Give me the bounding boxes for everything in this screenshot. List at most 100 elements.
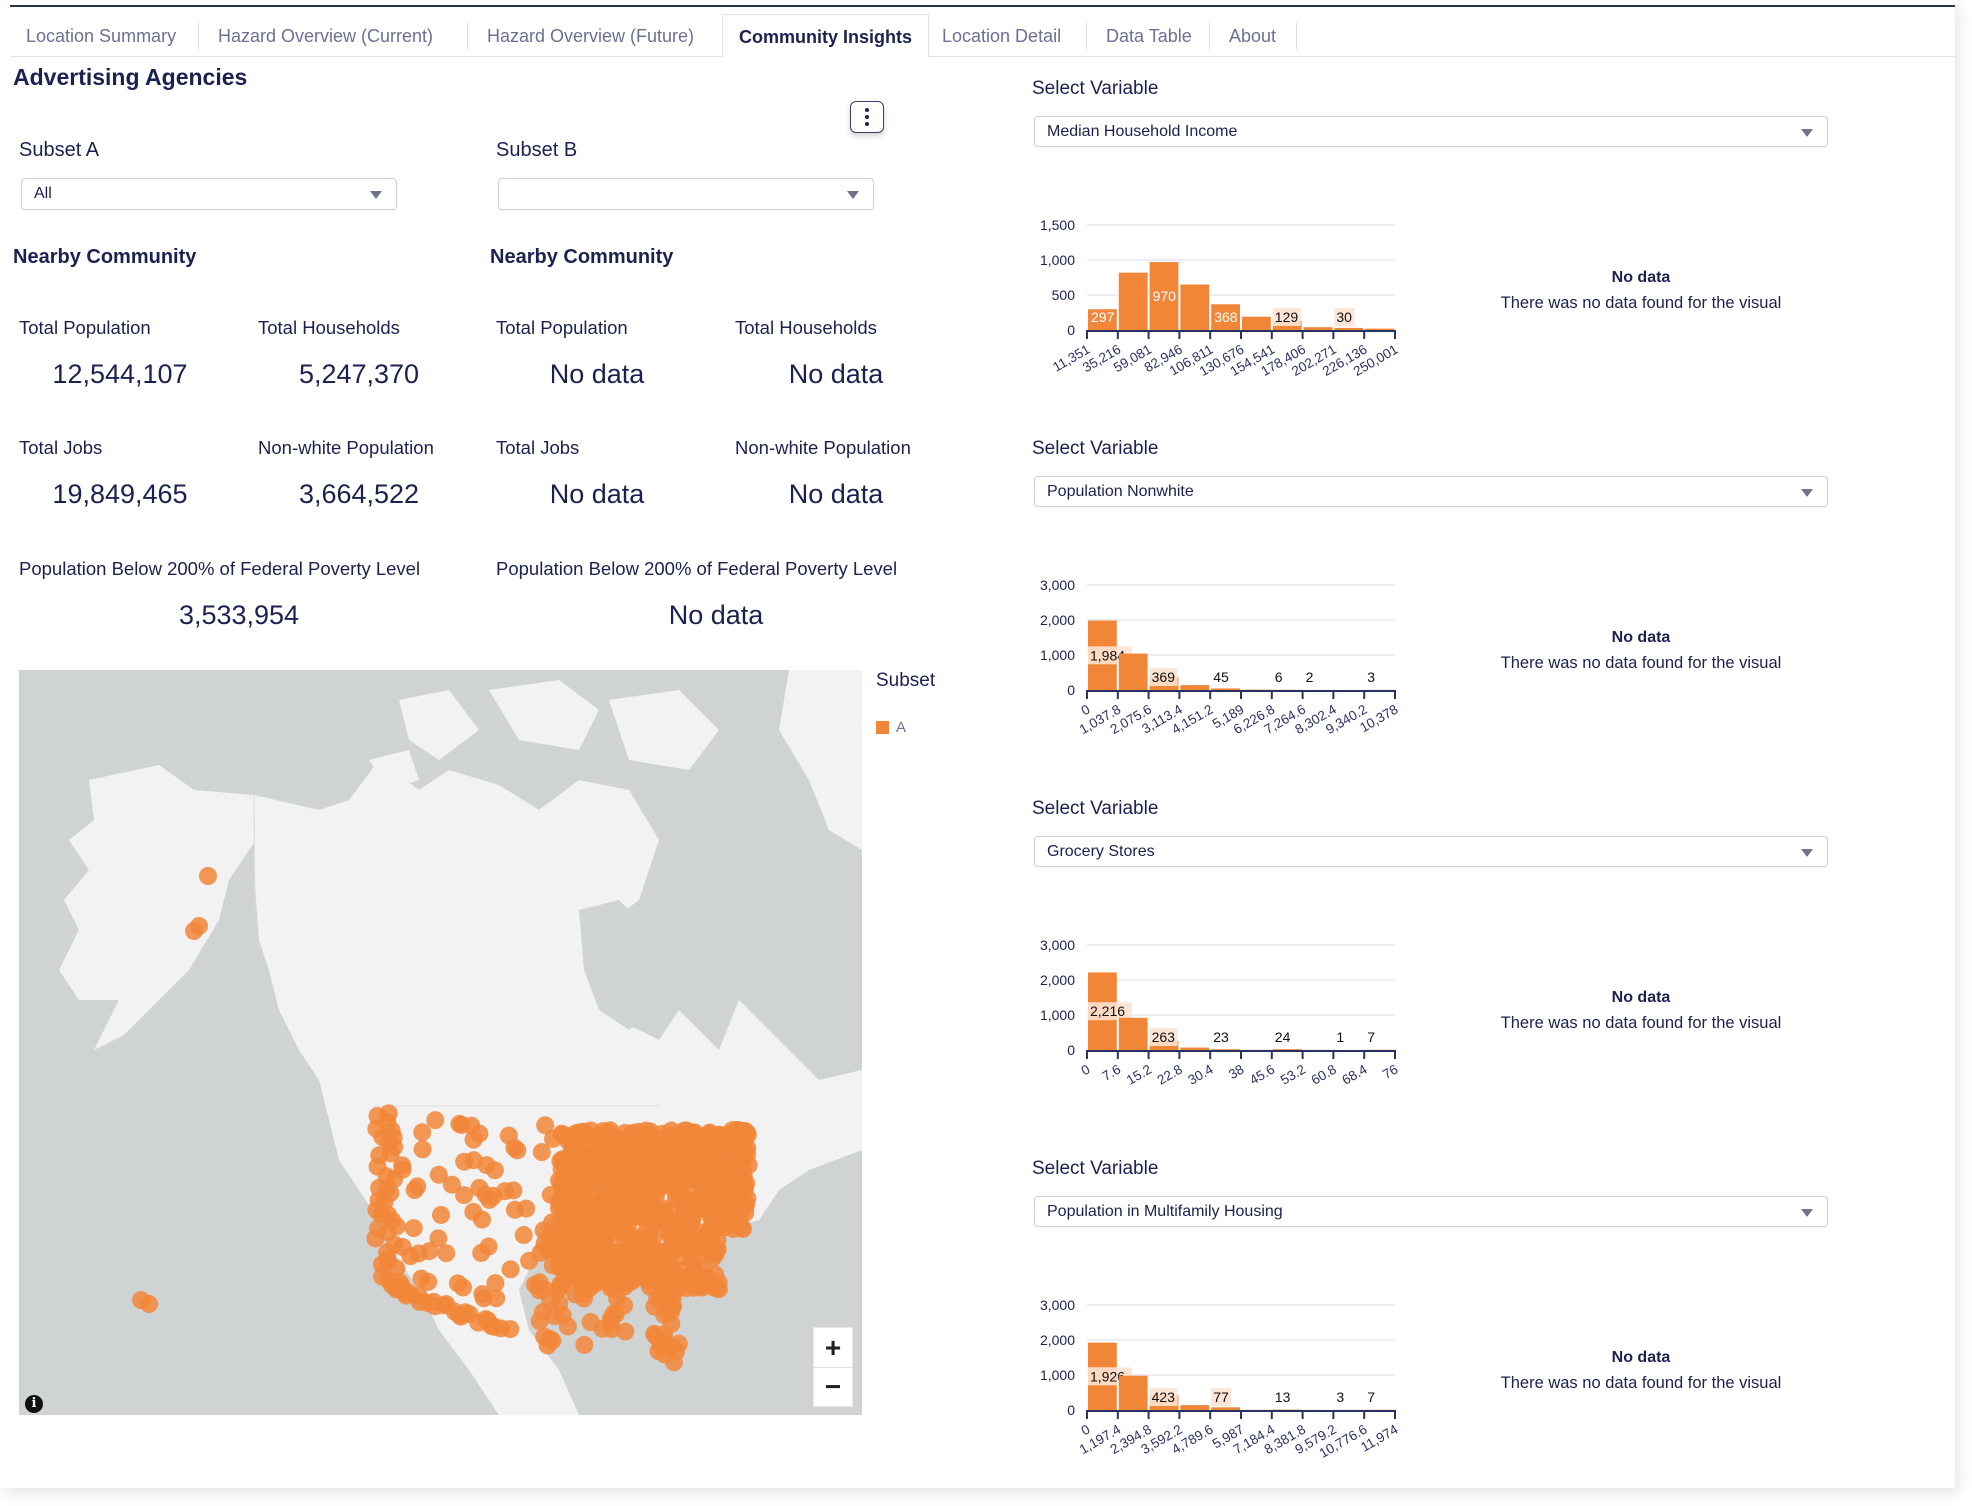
map-point[interactable] [495,1182,514,1201]
more-options-button[interactable] [850,101,884,133]
map-point[interactable] [575,1335,594,1354]
map-point[interactable] [514,1226,533,1245]
tab-location-detail[interactable]: Location Detail [926,14,1077,57]
map-point[interactable] [739,1156,758,1175]
map-point[interactable] [607,1203,626,1222]
map-point[interactable] [419,1272,438,1291]
map-point[interactable] [574,1122,593,1141]
map-point[interactable] [413,1140,432,1159]
map-point[interactable] [590,1225,609,1244]
map-point[interactable] [485,1161,504,1180]
map-point[interactable] [479,1237,498,1256]
map-point[interactable] [707,1127,726,1146]
subset-a-total-households-value: 5,247,370 [298,359,420,389]
map-point[interactable] [618,1239,637,1258]
map-point[interactable] [615,1296,634,1315]
zoom-out-button[interactable]: − [814,1367,852,1406]
map-point[interactable] [616,1322,635,1341]
map-point[interactable] [405,1181,424,1200]
map-point[interactable] [665,1220,684,1239]
map-point[interactable] [432,1205,451,1224]
map-point[interactable] [609,1130,628,1149]
map-point[interactable] [602,1309,621,1328]
map-point[interactable] [663,1287,682,1306]
variable-dropdown[interactable]: Population in Multifamily Housing [1034,1196,1828,1227]
map-point[interactable] [534,1221,553,1240]
map-point[interactable] [712,1176,731,1195]
map-point[interactable] [614,1153,633,1172]
map-point[interactable] [637,1149,656,1168]
map-point[interactable] [140,1295,158,1313]
map-point[interactable] [697,1162,716,1181]
map-point[interactable] [448,1274,467,1293]
subset-a-dropdown[interactable]: All [21,178,397,210]
map-point[interactable] [594,1268,613,1287]
histogram-bar [1303,327,1333,330]
subset-b-dropdown[interactable] [498,178,874,210]
map-point[interactable] [517,1199,536,1218]
map-point[interactable] [420,1242,439,1261]
map-point[interactable] [565,1168,584,1187]
map-point[interactable] [429,1165,448,1184]
map-point[interactable] [199,867,217,885]
map-point[interactable] [366,1229,385,1248]
variable-dropdown[interactable]: Population Nonwhite [1034,476,1828,507]
map-point[interactable] [646,1243,665,1262]
map-point[interactable] [501,1260,520,1279]
y-tick-label: 1,500 [1040,217,1075,233]
location-map[interactable] [19,670,862,1415]
variable-dropdown[interactable]: Median Household Income [1034,116,1828,147]
map-point[interactable] [480,1190,499,1209]
map-point[interactable] [508,1141,527,1160]
map-point[interactable] [472,1210,491,1229]
map-point[interactable] [677,1133,696,1152]
variable-dropdown[interactable]: Grocery Stores [1034,836,1828,867]
map-point[interactable] [574,1247,593,1266]
map-point[interactable] [655,1345,674,1364]
map-point[interactable] [474,1289,493,1308]
map-point[interactable] [553,1253,572,1272]
map-point[interactable] [655,1140,674,1159]
map-point[interactable] [676,1160,695,1179]
map-point[interactable] [615,1259,634,1278]
map-point[interactable] [545,1307,564,1326]
kebab-dot [865,122,869,126]
map-point[interactable] [437,1244,456,1263]
map-point[interactable] [590,1126,609,1145]
info-icon[interactable]: i [25,1395,43,1413]
tab-hazard-overview-current[interactable]: Hazard Overview (Current) [202,14,449,57]
map-point[interactable] [579,1276,598,1295]
map-point[interactable] [462,1116,481,1135]
map-point[interactable] [734,1173,753,1192]
map-point[interactable] [587,1195,606,1214]
map-point[interactable] [541,1239,560,1258]
tab-about[interactable]: About [1213,14,1292,57]
chevron-down-icon [1801,129,1813,137]
map-point[interactable] [646,1327,665,1346]
map-point[interactable] [706,1265,725,1284]
map-point[interactable] [501,1320,520,1339]
map-point[interactable] [190,917,208,935]
map-point[interactable] [535,1327,554,1346]
zoom-in-button[interactable]: + [814,1328,852,1367]
map-point[interactable] [404,1219,423,1238]
map-point[interactable] [726,1129,745,1148]
map-point[interactable] [413,1123,432,1142]
map-point[interactable] [662,1314,681,1333]
map-point[interactable] [693,1278,712,1297]
map-point[interactable] [557,1151,576,1170]
tab-hazard-overview-future[interactable]: Hazard Overview (Future) [471,14,710,57]
map-point[interactable] [732,1202,751,1221]
map-point[interactable] [550,1171,569,1190]
map-point[interactable] [536,1116,555,1135]
map-point[interactable] [455,1152,474,1171]
legend-item-a[interactable]: A [876,719,906,736]
tab-data-table[interactable]: Data Table [1090,14,1208,57]
tab-location-summary[interactable]: Location Summary [10,14,192,57]
map-point[interactable] [530,1273,549,1292]
map-point[interactable] [702,1234,721,1253]
map-point[interactable] [624,1176,643,1195]
map-point[interactable] [684,1180,703,1199]
tab-community-insights[interactable]: Community Insights [722,14,930,58]
map-point[interactable] [455,1186,474,1205]
